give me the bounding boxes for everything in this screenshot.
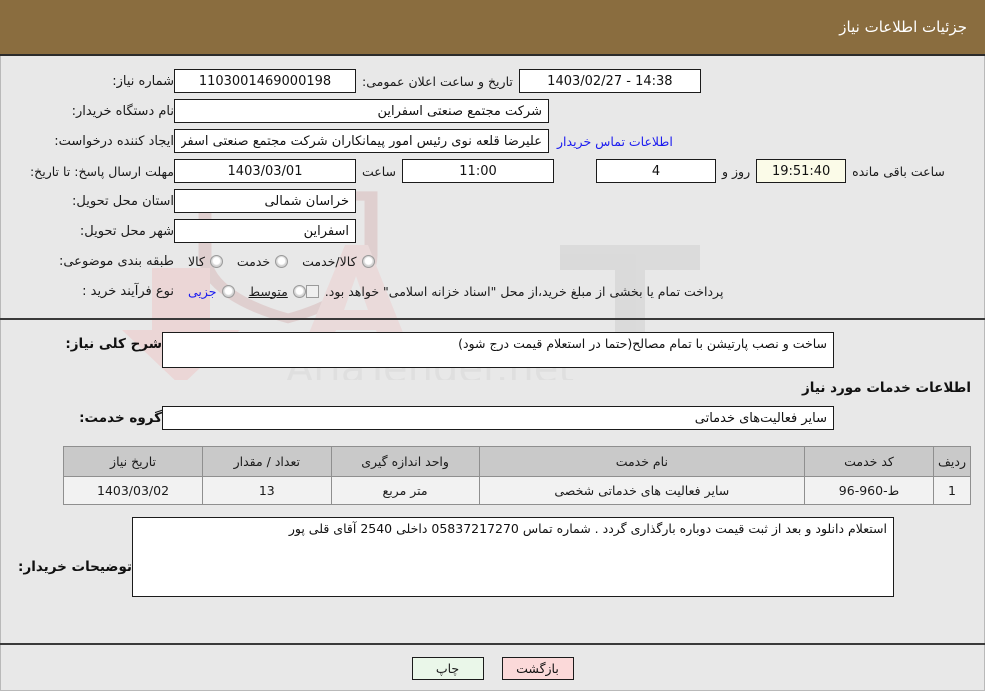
form-row-need-number: تاریخ و ساعت اعلان عمومی: شماره نیاز: <box>14 68 971 94</box>
general-desc-textarea[interactable] <box>162 332 834 368</box>
items-table: ردیف کد خدمت نام خدمت واحد اندازه گیری ت… <box>62 446 972 505</box>
service-group-input[interactable] <box>162 406 834 430</box>
city-input[interactable] <box>174 219 356 243</box>
countdown-remaining-label: ساعت باقی مانده <box>852 163 945 179</box>
days-remaining-input <box>596 159 717 183</box>
deadline-time-input[interactable] <box>402 159 555 183</box>
cell-unit: متر مربع <box>330 476 480 505</box>
th-unit: واحد اندازه گیری <box>330 446 480 477</box>
service-group-row: گروه خدمت: <box>14 406 971 430</box>
buyer-org-label: نام دستگاه خریدار: <box>71 103 174 119</box>
services-section-title: اطلاعات خدمات مورد نیاز <box>801 380 971 396</box>
general-desc-row: شرح کلی نیاز: <box>14 332 971 368</box>
hour-label: ساعت <box>362 163 397 179</box>
th-index: ردیف <box>932 446 972 477</box>
table-row: 1 ط-960-96 سایر فعالیت های خدماتی شخصی م… <box>62 476 972 505</box>
process-label: نوع فرآیند خرید : <box>82 283 174 299</box>
radio-label-minor: جزیی <box>188 283 217 299</box>
days-label: روز و <box>722 163 751 179</box>
buyer-org-input[interactable] <box>174 99 549 123</box>
radio-label-goods-services: کالا/خدمت <box>302 253 357 269</box>
province-label: استان محل تحویل: <box>72 193 174 209</box>
print-button[interactable]: چاپ <box>411 656 484 680</box>
table-header-row: ردیف کد خدمت نام خدمت واحد اندازه گیری ت… <box>62 446 972 477</box>
cell-index: 1 <box>932 476 972 505</box>
deadline-date-input[interactable] <box>174 159 356 183</box>
form-row-process: پرداخت تمام یا بخشی از مبلغ خرید،از محل … <box>14 278 971 304</box>
need-info-form: تاریخ و ساعت اعلان عمومی: شماره نیاز: نا… <box>0 56 985 318</box>
public-announce-input[interactable] <box>518 69 701 93</box>
category-label: طبقه بندی موضوعی: <box>58 253 174 269</box>
buyer-notes-label: توضیحات خریدار: <box>18 559 132 575</box>
form-row-city: شهر محل تحویل: <box>14 218 971 244</box>
countdown-timer <box>756 159 847 183</box>
th-quantity: تعداد / مقدار <box>202 446 332 477</box>
window-titlebar: جزئیات اطلاعات نیاز <box>0 0 985 56</box>
back-button[interactable]: بازگشت <box>501 656 574 680</box>
radio-process-minor[interactable] <box>221 284 235 298</box>
general-desc-label: شرح کلی نیاز: <box>65 336 162 352</box>
page-title: جزئیات اطلاعات نیاز <box>839 18 967 36</box>
treasury-note: پرداخت تمام یا بخشی از مبلغ خرید،از محل … <box>324 283 724 299</box>
creator-label: ایجاد کننده درخواست: <box>54 133 174 149</box>
buyer-notes-row: توضیحات خریدار: <box>0 505 985 597</box>
need-number-input[interactable] <box>174 69 356 93</box>
radio-category-goods-services[interactable] <box>361 254 375 268</box>
cell-code: ط-960-96 <box>803 476 934 505</box>
th-code: کد خدمت <box>803 446 934 477</box>
requirement-details-block: شرح کلی نیاز: اطلاعات خدمات مورد نیاز گر… <box>0 320 985 446</box>
radio-category-goods[interactable] <box>209 254 223 268</box>
cell-quantity: 13 <box>202 476 332 505</box>
radio-category-service[interactable] <box>275 254 289 268</box>
province-input[interactable] <box>174 189 356 213</box>
form-row-category: کالا/خدمت خدمت کالا طبقه بندی موضوعی: <box>14 248 971 274</box>
service-group-label: گروه خدمت: <box>79 410 162 426</box>
radio-process-medium[interactable] <box>292 284 306 298</box>
public-announce-group: تاریخ و ساعت اعلان عمومی: <box>356 69 701 93</box>
treasury-checkbox[interactable] <box>305 284 319 298</box>
need-number-label: شماره نیاز: <box>112 73 174 89</box>
form-row-creator: اطلاعات تماس خریدار ایجاد کننده درخواست: <box>14 128 971 154</box>
radio-label-goods: کالا <box>188 253 205 269</box>
form-row-deadline: ساعت باقی مانده روز و ساعت مهلت ارسال پا… <box>14 158 971 184</box>
creator-input[interactable] <box>174 129 549 153</box>
form-row-province: استان محل تحویل: <box>14 188 971 214</box>
form-row-buyer-org: نام دستگاه خریدار: <box>14 98 971 124</box>
footer-actions: بازگشت چاپ <box>0 645 985 691</box>
th-name: نام خدمت <box>478 446 805 477</box>
buyer-notes-textarea[interactable] <box>132 517 894 597</box>
deadline-label: مهلت ارسال پاسخ: تا تاریخ: <box>29 163 174 179</box>
buyer-contact-link[interactable]: اطلاعات تماس خریدار <box>549 134 681 149</box>
city-label: شهر محل تحویل: <box>79 223 174 239</box>
radio-label-medium: متوسط <box>248 283 288 299</box>
th-need-date: تاریخ نیاز <box>62 446 204 477</box>
cell-name: سایر فعالیت های خدماتی شخصی <box>478 476 805 505</box>
cell-need-date: 1403/03/02 <box>62 476 204 505</box>
public-announce-label: تاریخ و ساعت اعلان عمومی: <box>362 73 513 89</box>
radio-label-service: خدمت <box>236 253 271 269</box>
items-table-wrap: ردیف کد خدمت نام خدمت واحد اندازه گیری ت… <box>0 446 985 505</box>
